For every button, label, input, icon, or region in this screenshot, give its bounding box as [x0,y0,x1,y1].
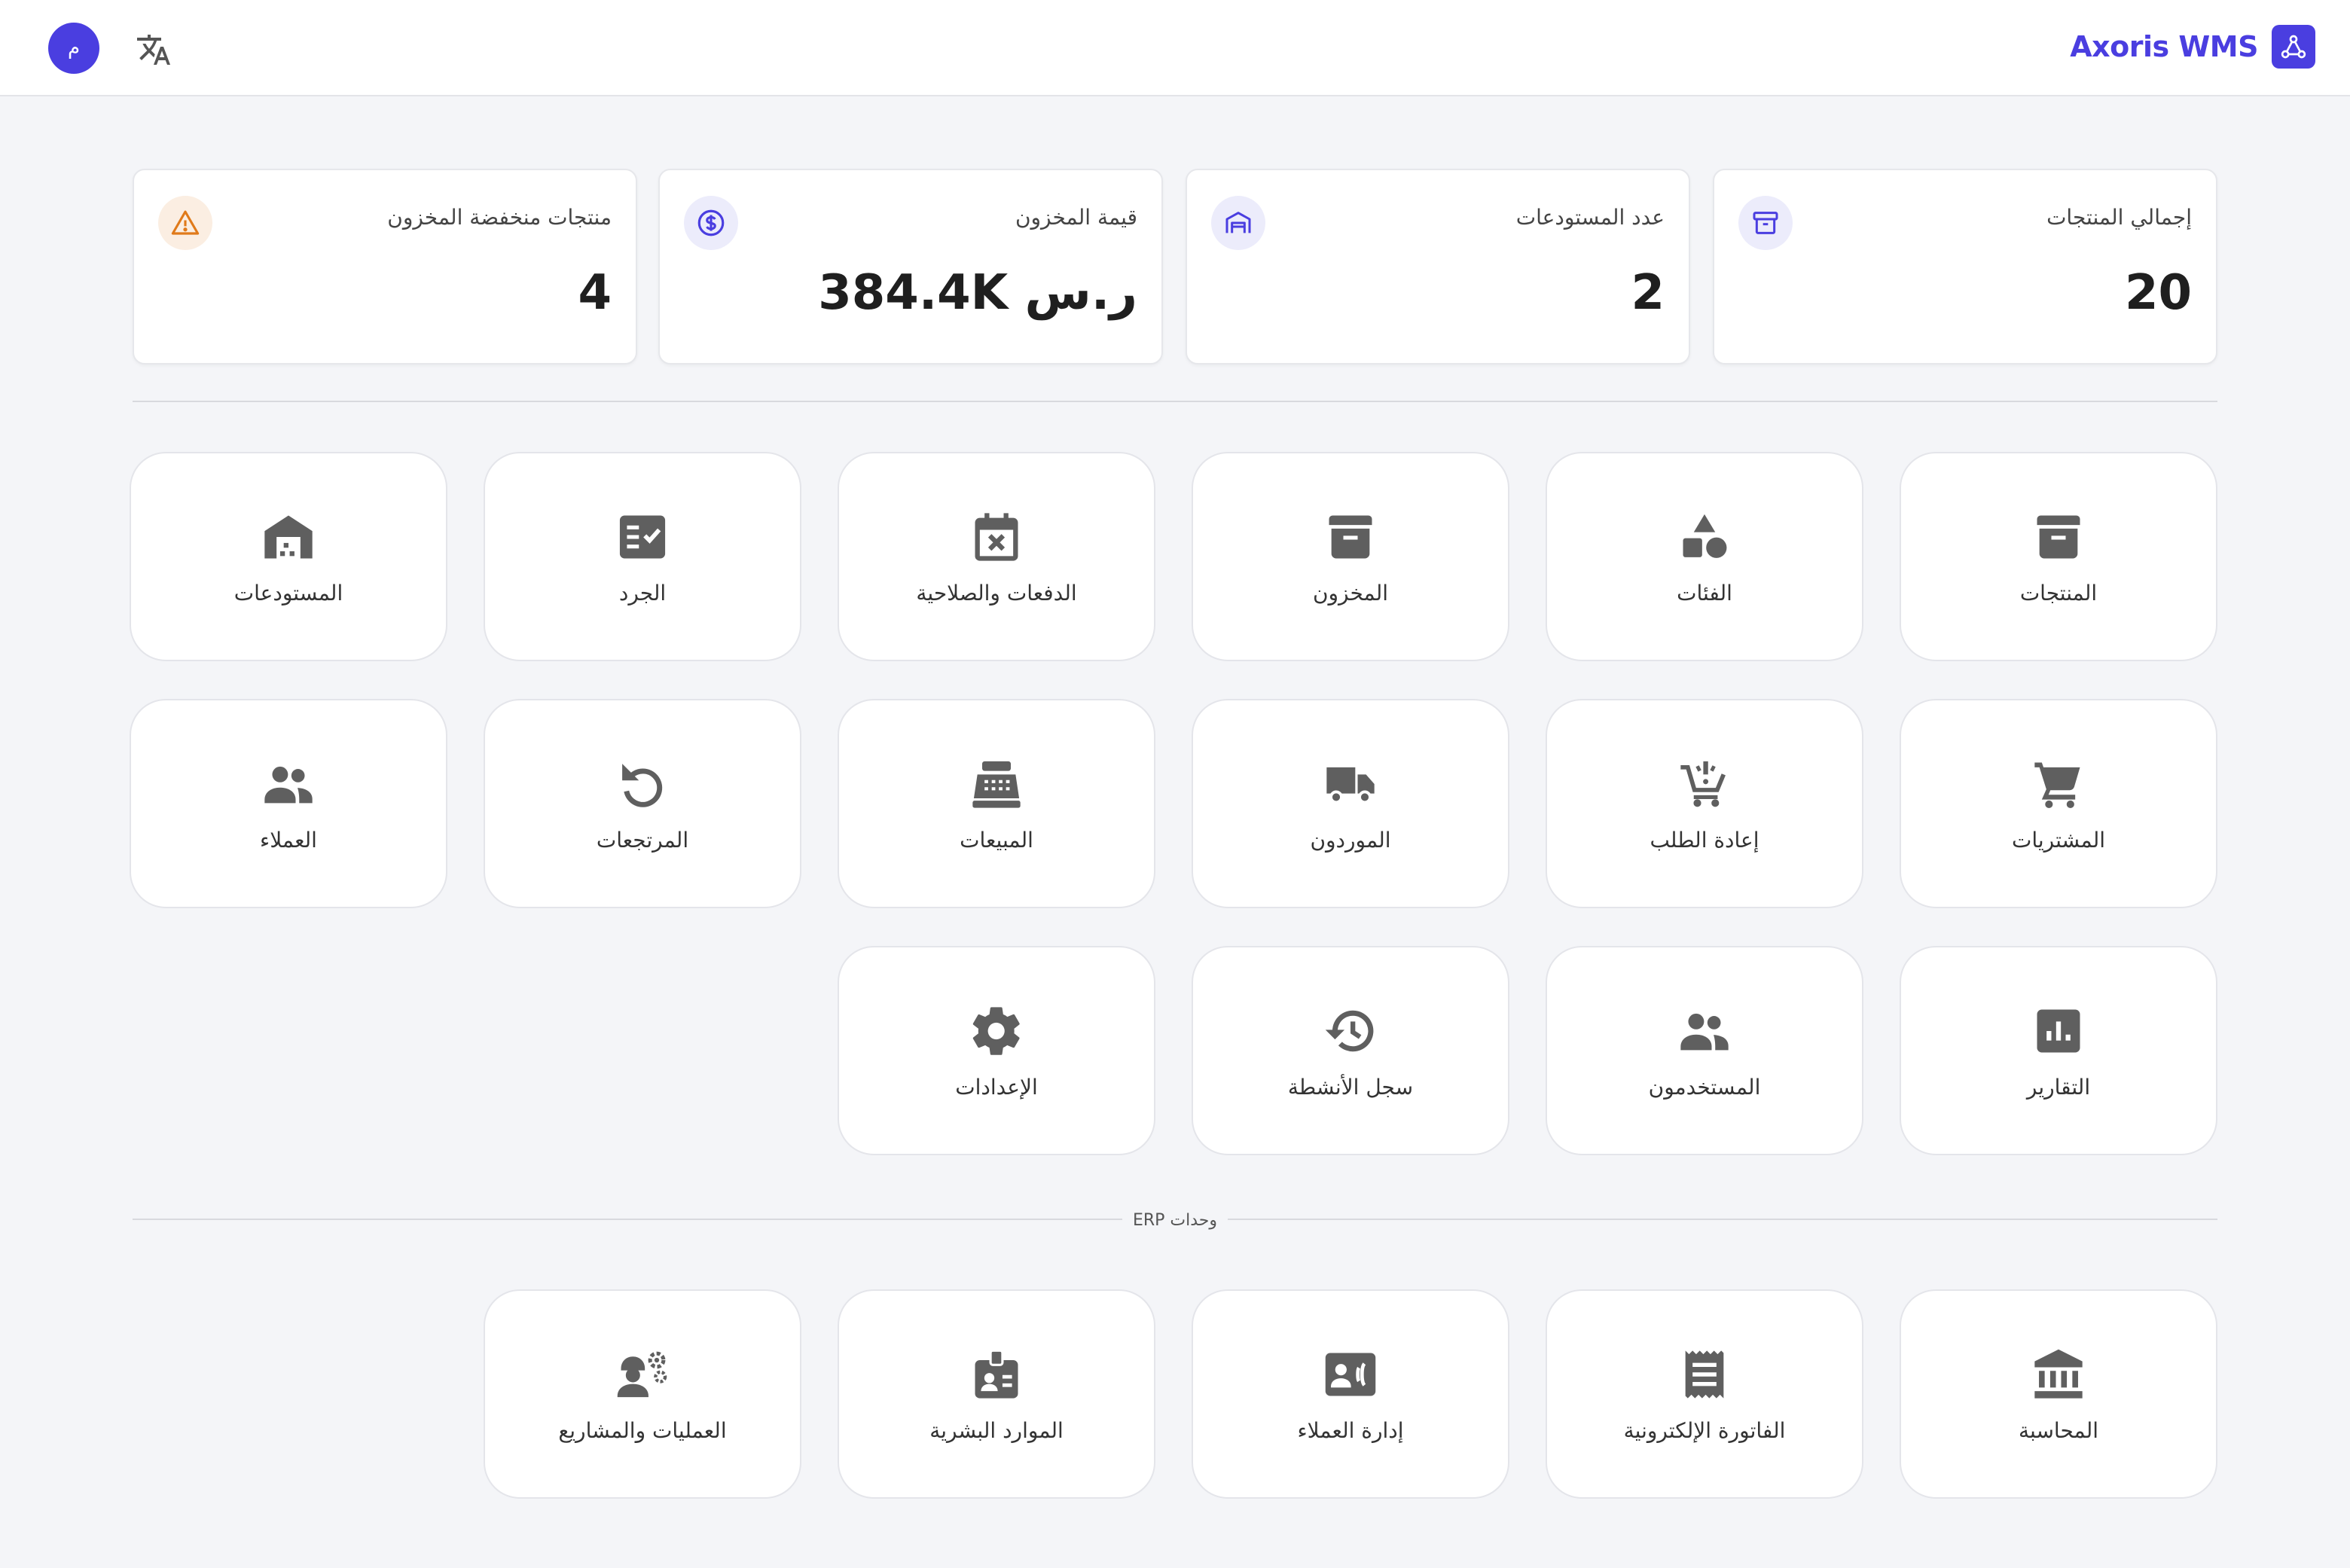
checklist-icon [614,508,671,566]
gear-icon [968,1002,1025,1060]
module-label: الجرد [618,580,667,606]
truck-icon [1322,755,1379,813]
module-tile-bar-chart[interactable]: التقارير [1900,946,2217,1155]
module-label: الفاتورة الإلكترونية [1623,1417,1786,1443]
module-label: العمليات والمشاريع [558,1417,727,1443]
archive-icon [2030,508,2087,566]
module-label: المخزون [1312,580,1389,606]
module-label: الإعدادات [955,1074,1038,1100]
module-label: الدفعات والصلاحية [916,580,1077,606]
module-label: المحاسبة [2018,1417,2099,1443]
stat-card-inventory-value: قيمة المخزون 384.4K ر.س [658,169,1163,365]
module-label: الفئات [1677,580,1732,606]
brand-logo-icon [2272,25,2315,69]
engineer-icon [614,1346,671,1403]
calendar-x-icon [968,508,1025,566]
top-bar: م Axoris WMS [0,0,2350,96]
module-tile-cart[interactable]: المشتريات [1900,699,2217,908]
module-tile-history[interactable]: سجل الأنشطة [1192,946,1509,1155]
shapes-icon [1676,508,1733,566]
module-tile-archive[interactable]: المنتجات [1900,452,2217,661]
people-icon [260,755,317,813]
module-label: إدارة العملاء [1297,1417,1404,1443]
brand[interactable]: Axoris WMS [2070,24,2315,69]
stat-card-total-products: إجمالي المنتجات 20 [1713,169,2217,365]
erp-section-title: وحدات ERP [1122,1211,1228,1230]
module-label: الموردون [1310,827,1391,853]
dollar-icon [684,196,738,250]
module-tile-receipt[interactable]: الفاتورة الإلكترونية [1546,1289,1863,1499]
module-tile-calendar-x[interactable]: الدفعات والصلاحية [838,452,1155,661]
module-tile-shapes[interactable]: الفئات [1546,452,1863,661]
stat-card-warehouses: عدد المستودعات 2 [1186,169,1690,365]
bank-icon [2030,1346,2087,1403]
warehouse-icon [1211,196,1265,250]
module-tile-cash-register[interactable]: المبيعات [838,699,1155,908]
module-tile-engineer[interactable]: العمليات والمشاريع [484,1289,801,1499]
divider [133,401,2217,402]
brand-name: Axoris WMS [2070,30,2258,63]
module-tile-checklist[interactable]: الجرد [484,452,801,661]
translate-icon [137,35,170,65]
module-tile-contact-phone[interactable]: إدارة العملاء [1192,1289,1509,1499]
module-tile-return[interactable]: المرتجعات [484,699,801,908]
cart-alert-icon [1676,755,1733,813]
translate-button[interactable] [133,29,175,71]
warehouse-icon [260,508,317,566]
archive-icon [1738,196,1793,250]
module-tile-gear[interactable]: الإعدادات [838,946,1155,1155]
inventory-icon [1322,508,1379,566]
bar-chart-icon [2030,1002,2087,1060]
module-label: المبيعات [960,827,1033,853]
cart-icon [2030,755,2087,813]
stats-row: إجمالي المنتجات 20 عدد المستودعات 2 قيمة… [133,169,2217,365]
avatar[interactable]: م [48,23,99,74]
stat-value: 384.4K ر.س [818,265,1137,321]
stat-label: عدد المستودعات [1515,205,1665,230]
module-tile-bank[interactable]: المحاسبة [1900,1289,2217,1499]
badge-icon [968,1346,1025,1403]
cash-register-icon [968,755,1025,813]
module-label: الموارد البشرية [929,1417,1064,1443]
module-tile-users[interactable]: المستخدمون [1546,946,1863,1155]
module-tile-warehouse[interactable]: المستودعات [130,452,447,661]
stat-label: قيمة المخزون [1015,205,1137,230]
module-label: المشتريات [2011,827,2106,853]
module-label: المرتجعات [596,827,689,853]
avatar-initial: م [67,37,81,59]
module-label: المستودعات [233,580,343,606]
module-label: إعادة الطلب [1650,827,1759,853]
contact-phone-icon [1322,1346,1379,1403]
module-tile-people[interactable]: العملاء [130,699,447,908]
stat-card-low-stock: منتجات منخفضة المخزون 4 [133,169,637,365]
users-icon [1676,1002,1733,1060]
module-label: العملاء [260,827,317,853]
receipt-icon [1676,1346,1733,1403]
stat-value: 4 [578,265,612,321]
warning-icon [158,196,212,250]
module-tile-cart-alert[interactable]: إعادة الطلب [1546,699,1863,908]
module-label: المستخدمون [1648,1074,1761,1100]
stat-label: إجمالي المنتجات [2046,205,2192,230]
stat-value: 2 [1631,265,1665,321]
module-label: المنتجات [2019,580,2098,606]
module-tile-truck[interactable]: الموردون [1192,699,1509,908]
module-label: سجل الأنشطة [1287,1074,1414,1100]
return-icon [614,755,671,813]
module-tile-badge[interactable]: الموارد البشرية [838,1289,1155,1499]
history-icon [1322,1002,1379,1060]
module-label: التقارير [2026,1074,2091,1100]
stat-label: منتجات منخفضة المخزون [387,205,612,230]
module-tile-inventory[interactable]: المخزون [1192,452,1509,661]
stat-value: 20 [2124,265,2192,321]
